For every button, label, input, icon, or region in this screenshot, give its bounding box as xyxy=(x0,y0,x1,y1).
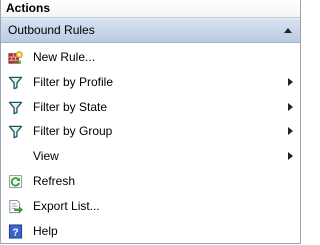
action-label: Help xyxy=(33,223,58,238)
action-help[interactable]: ? Help xyxy=(1,219,300,244)
action-label: New Rule... xyxy=(33,50,96,64)
section-title: Outbound Rules xyxy=(8,23,95,37)
submenu-arrow-icon xyxy=(288,77,293,86)
help-icon: ? xyxy=(8,224,23,238)
action-refresh[interactable]: Refresh xyxy=(1,169,300,194)
action-filter-by-group[interactable]: Filter by Group xyxy=(1,119,300,144)
submenu-arrow-icon xyxy=(288,152,293,161)
new-rule-icon xyxy=(8,51,23,64)
submenu-arrow-icon xyxy=(288,127,293,136)
action-label: Export List... xyxy=(33,198,100,213)
action-export-list[interactable]: Export List... xyxy=(1,194,300,219)
outbound-rules-section-header[interactable]: Outbound Rules xyxy=(1,18,300,43)
refresh-icon xyxy=(8,174,23,189)
action-label: Refresh xyxy=(33,173,76,188)
action-filter-by-state[interactable]: Filter by State xyxy=(1,95,300,120)
svg-text:?: ? xyxy=(12,227,18,238)
actions-pane-title: Actions xyxy=(1,0,300,18)
submenu-arrow-icon xyxy=(288,102,293,111)
action-label: Filter by Profile xyxy=(33,74,114,89)
action-label: View xyxy=(33,149,59,164)
filter-icon xyxy=(8,101,23,114)
action-new-rule[interactable]: New Rule... xyxy=(1,45,300,70)
action-label: Filter by State xyxy=(33,99,108,114)
actions-pane: Actions Outbound Rules New Rule... Filte… xyxy=(0,0,301,244)
filter-icon xyxy=(8,76,23,90)
actions-list: New Rule... Filter by Profile Filter by … xyxy=(1,43,300,243)
action-view[interactable]: View xyxy=(1,144,300,169)
filter-icon xyxy=(8,126,23,139)
action-filter-by-profile[interactable]: Filter by Profile xyxy=(1,70,300,95)
collapse-arrow-icon[interactable] xyxy=(284,28,292,33)
export-list-icon xyxy=(9,199,23,213)
action-label: Filter by Group xyxy=(33,124,113,139)
